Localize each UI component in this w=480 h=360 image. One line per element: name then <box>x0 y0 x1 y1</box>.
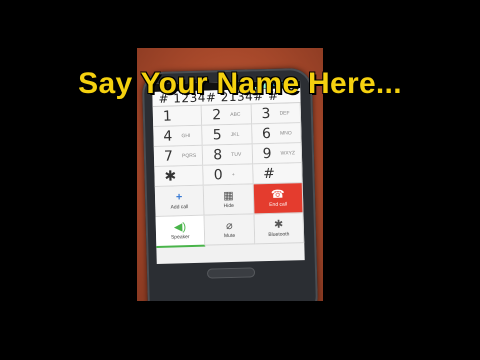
key-5[interactable]: 5 JKL <box>202 124 253 146</box>
call-actions: + Add call ▦ Hide ☎ End call ◀) Speaker ⌀ Mut… <box>154 183 305 248</box>
plus-icon: + <box>175 191 183 204</box>
key-6[interactable]: 6 MNO <box>251 123 302 145</box>
key-digit: 4 <box>163 127 173 145</box>
key-digit: ✱ <box>164 167 177 185</box>
mute-icon: ⌀ <box>225 219 233 233</box>
mute-button[interactable]: ⌀ Mute <box>204 214 255 246</box>
key-letters: + <box>231 171 235 178</box>
key-letters: ABC <box>230 111 241 118</box>
key-letters: DEF <box>279 109 290 117</box>
key-digit: 1 <box>162 107 173 125</box>
action-label: Hide <box>223 202 235 210</box>
key-digit: 9 <box>262 145 272 162</box>
key-digit: 0 <box>213 166 223 183</box>
key-digit: 8 <box>213 146 223 163</box>
keypad-icon: ▦ <box>223 189 234 203</box>
home-button[interactable] <box>206 267 256 279</box>
smartphone: ▂▄▆ 11:57 PM # 1234# 2134# # 1 2 ABC 3 DEF… <box>141 67 319 301</box>
key-digit: 2 <box>212 106 222 123</box>
action-label: Mute <box>223 232 236 240</box>
action-label: End call <box>269 201 288 208</box>
key-4[interactable]: 4 GHI <box>153 125 204 147</box>
key-digit: 6 <box>261 125 272 142</box>
key-0[interactable]: 0 + <box>203 164 254 186</box>
bluetooth-button[interactable]: ✱ Bluetooth <box>254 213 305 245</box>
hide-keypad-button[interactable]: ▦ Hide <box>204 184 255 216</box>
key-2[interactable]: 2 ABC <box>201 104 252 126</box>
key-7[interactable]: 7 PQRS <box>153 145 204 167</box>
key-digit: # <box>262 165 276 182</box>
key-8[interactable]: 8 TUV <box>203 144 253 166</box>
key-letters: MNO <box>279 129 292 137</box>
phone-hangup-icon: ☎ <box>270 188 285 201</box>
key-9[interactable]: 9 WXYZ <box>252 143 303 165</box>
end-call-button[interactable]: ☎ End call <box>253 183 304 215</box>
action-label: Speaker <box>170 234 190 241</box>
key-letters: PQRS <box>181 152 197 159</box>
key-letters: TUV <box>231 151 242 158</box>
add-call-button[interactable]: + Add call <box>154 185 205 217</box>
key-letters: WXYZ <box>280 149 296 157</box>
key-1[interactable]: 1 <box>152 105 203 127</box>
overlay-title: Say Your Name Here... <box>78 67 402 100</box>
key-hash[interactable]: # <box>252 163 303 185</box>
dial-keypad: 1 2 ABC 3 DEF 4 GHI 5 JKL 6 MNO 7 PQRS 8 TUV 9W… <box>152 103 303 187</box>
key-digit: 5 <box>212 126 222 143</box>
key-star[interactable]: ✱ <box>154 165 205 187</box>
key-3[interactable]: 3 DEF <box>251 103 302 125</box>
key-letters: GHI <box>181 132 191 139</box>
action-label: Bluetooth <box>268 231 290 239</box>
action-label: Add call <box>170 204 189 211</box>
speaker-button[interactable]: ◀) Speaker <box>155 215 206 248</box>
key-digit: 7 <box>163 147 174 165</box>
speaker-icon: ◀) <box>173 221 187 234</box>
key-digit: 3 <box>261 105 271 122</box>
bluetooth-icon: ✱ <box>273 218 284 231</box>
key-letters: JKL <box>230 131 240 138</box>
phone-screen: ▂▄▆ 11:57 PM # 1234# 2134# # 1 2 ABC 3 DEF… <box>152 80 305 264</box>
